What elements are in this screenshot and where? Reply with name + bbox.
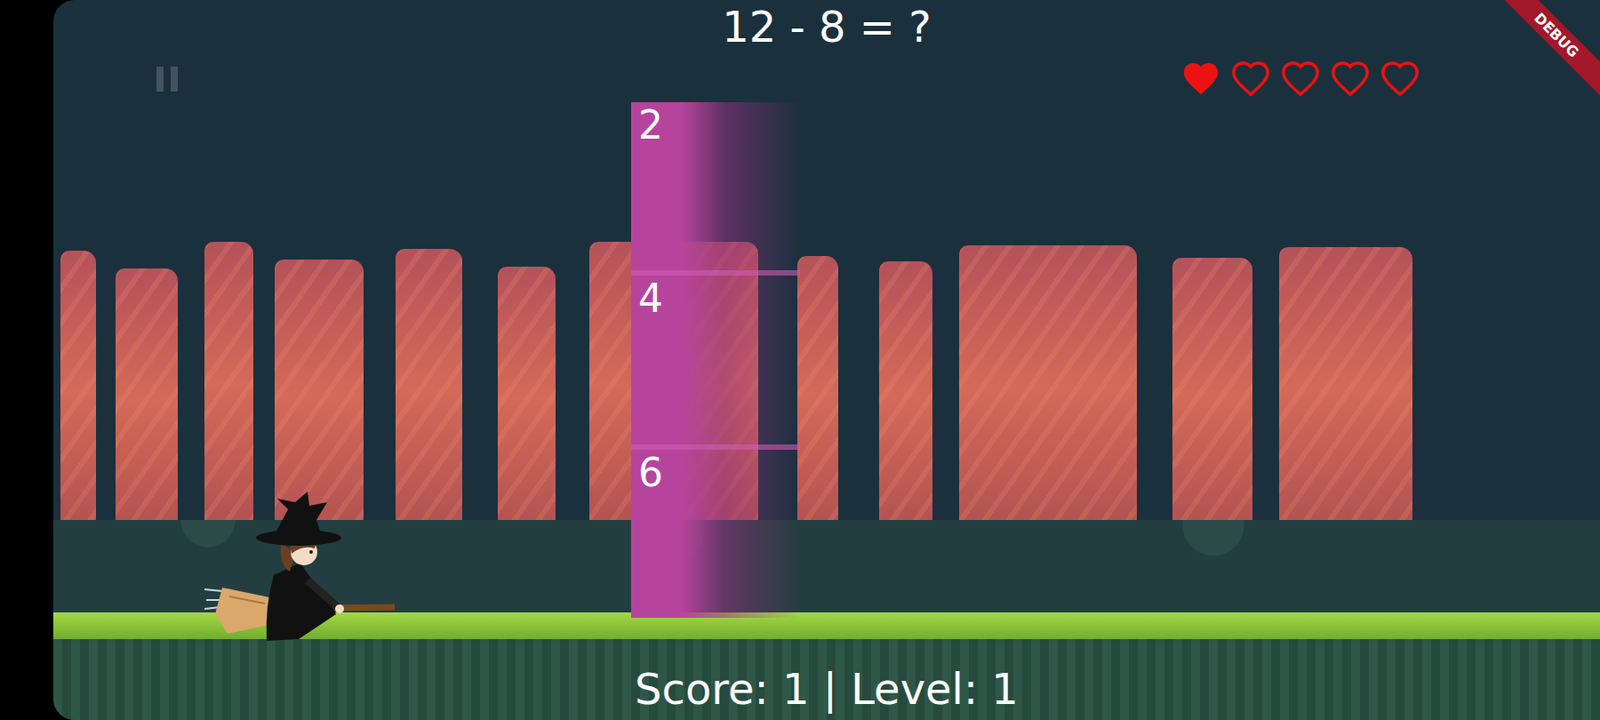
heart-icon bbox=[1379, 58, 1421, 100]
tree-canopy bbox=[879, 261, 933, 562]
screen-edge bbox=[0, 0, 54, 720]
answer-label: 4 bbox=[638, 275, 664, 321]
heart-icon bbox=[1180, 58, 1222, 100]
lives bbox=[1180, 58, 1421, 100]
witch-icon bbox=[202, 489, 399, 646]
debug-banner: DEBUG bbox=[1493, 0, 1600, 107]
heart-icon bbox=[1329, 58, 1371, 100]
tree-canopy bbox=[1279, 247, 1413, 562]
answer-option[interactable]: 6 bbox=[631, 444, 800, 618]
game-area[interactable]: 2 4 6 12 - 8 = ? Score: 1 | Level: 1 bbox=[53, 0, 1600, 720]
tree-canopy bbox=[1172, 257, 1253, 562]
score-level-text: Score: 1 | Level: 1 bbox=[53, 665, 1600, 720]
tree-canopy bbox=[204, 241, 254, 562]
answer-label: 2 bbox=[638, 102, 664, 148]
tree-canopy bbox=[115, 268, 178, 562]
heart-icon bbox=[1230, 58, 1272, 100]
answer-label: 6 bbox=[638, 449, 664, 496]
hud: 12 - 8 = ? Score: 1 | Level: 1 bbox=[53, 0, 1600, 720]
answer-option[interactable]: 4 bbox=[631, 270, 800, 444]
tree-canopy bbox=[797, 256, 839, 562]
tree-canopy bbox=[959, 245, 1137, 562]
heart-icon bbox=[1280, 58, 1321, 100]
question-text: 12 - 8 = ? bbox=[53, 0, 1600, 51]
game-screen: 2 4 6 12 - 8 = ? Score: 1 | Level: 1 DEBUG bbox=[0, 0, 1600, 720]
answer-option[interactable]: 2 bbox=[631, 102, 800, 271]
tree-canopy bbox=[60, 250, 96, 562]
tree-canopy bbox=[497, 266, 556, 562]
answer-pillar: 2 4 6 bbox=[631, 102, 800, 618]
forest-background bbox=[53, 241, 1600, 562]
pause-icon[interactable] bbox=[147, 57, 187, 101]
tree-canopy bbox=[395, 248, 463, 562]
